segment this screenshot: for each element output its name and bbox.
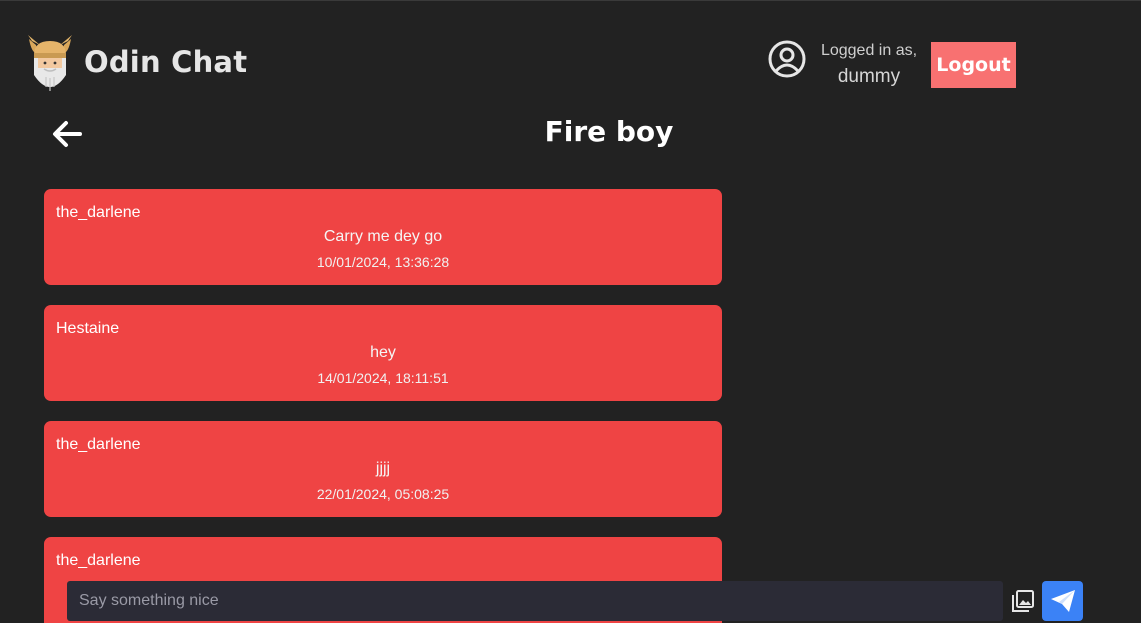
message-sender: the_darlene <box>56 204 141 221</box>
message-text: Carry me dey go <box>323 228 443 245</box>
message-list: the_darlene Carry me dey go 10/01/2024, … <box>44 189 722 623</box>
logout-button[interactable]: Logout <box>931 42 1016 88</box>
user-circle-icon <box>767 39 807 79</box>
message-sender: the_darlene <box>56 552 141 569</box>
image-upload-icon <box>1012 590 1034 612</box>
arrow-left-icon <box>53 121 82 147</box>
message-sender: Hestaine <box>56 320 120 337</box>
message-timestamp: 14/01/2024, 18:11:51 <box>317 370 449 386</box>
username-label: dummy <box>837 66 901 87</box>
send-button[interactable] <box>1042 581 1083 621</box>
message-timestamp: 22/01/2024, 05:08:25 <box>316 486 450 502</box>
message-item: the_darlene Carry me dey go 10/01/2024, … <box>44 189 722 285</box>
logged-in-label: Logged in as, <box>820 42 918 59</box>
message-text: hey <box>370 344 396 361</box>
back-button[interactable] <box>50 117 86 151</box>
message-timestamp: 10/01/2024, 13:36:28 <box>316 254 450 270</box>
message-text: jjjj <box>375 460 391 477</box>
viking-logo-icon <box>26 35 74 95</box>
paper-plane-icon <box>1050 590 1075 612</box>
message-item: the_darlene jjjj 22/01/2024, 05:08:25 <box>44 421 722 517</box>
message-sender: the_darlene <box>56 436 141 453</box>
message-item: Hestaine hey 14/01/2024, 18:11:51 <box>44 305 722 401</box>
app-header: Odin Chat Logged in as, dummy Logout <box>0 1 1141 121</box>
app-title: Odin Chat <box>84 45 248 79</box>
image-upload-button[interactable] <box>1010 588 1036 614</box>
chat-title: Fire boy <box>544 115 674 148</box>
message-input[interactable] <box>67 581 1003 621</box>
